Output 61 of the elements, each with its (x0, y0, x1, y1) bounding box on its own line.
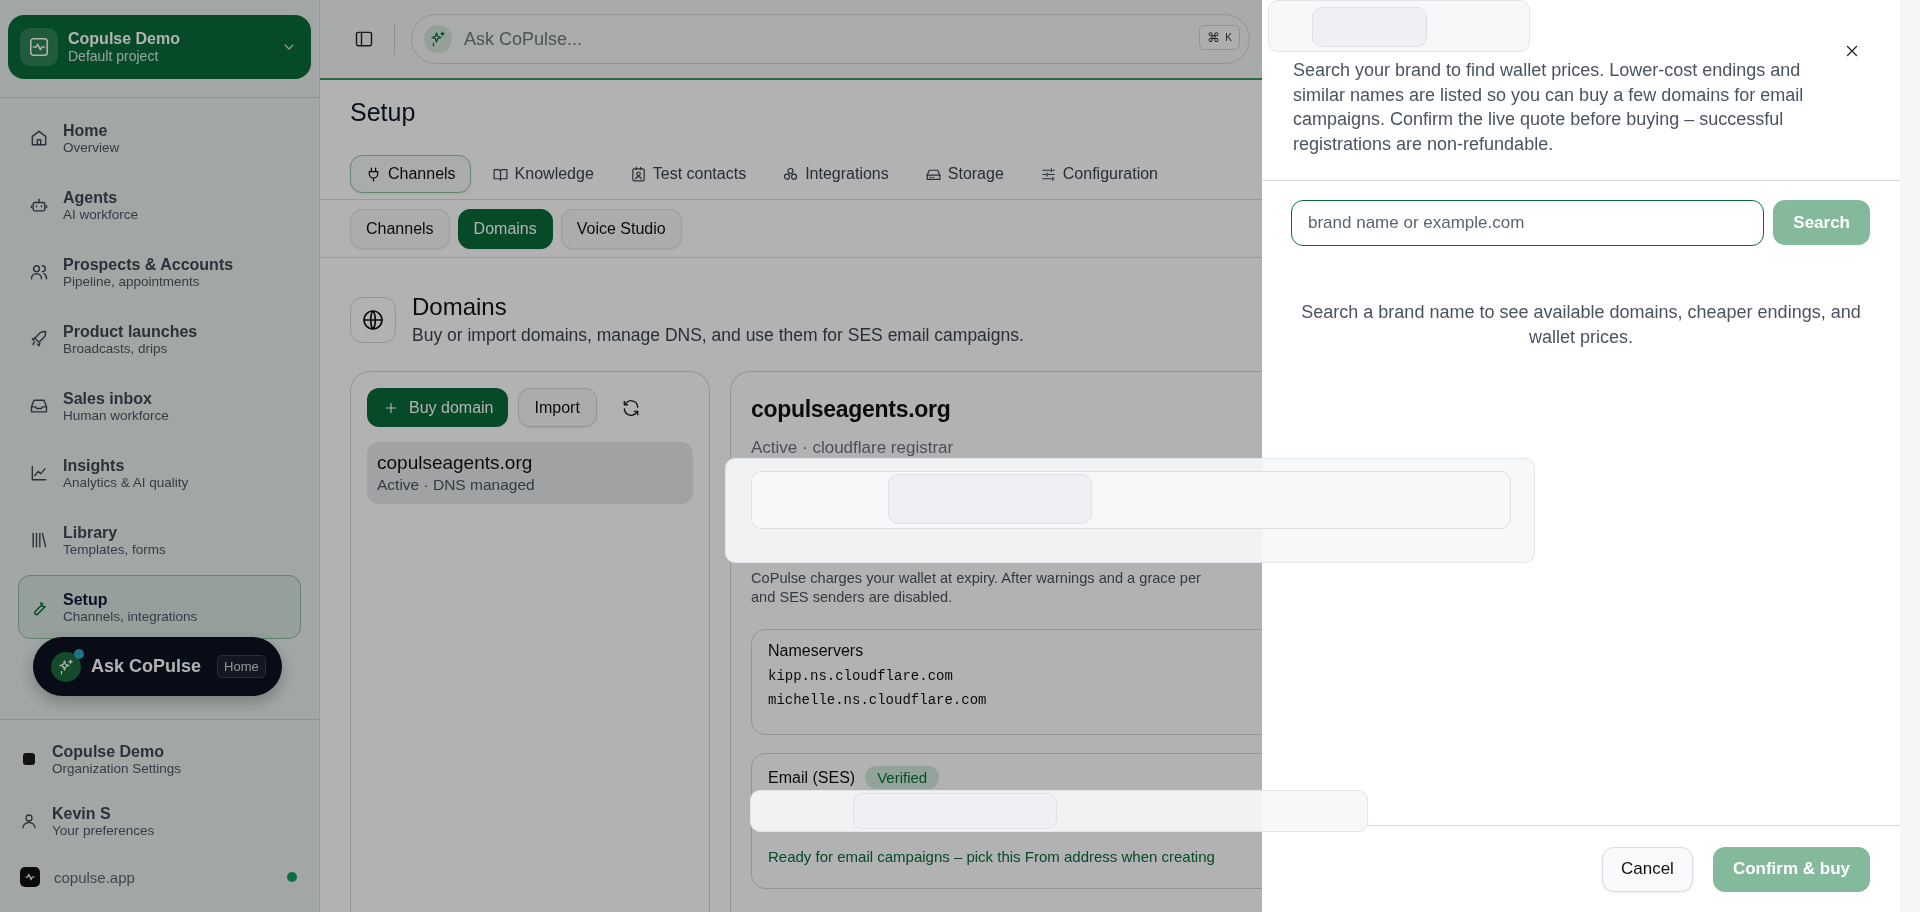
logo-icon (20, 867, 40, 887)
logo-icon (20, 28, 58, 66)
tab[interactable]: Integrations (767, 155, 904, 193)
subtab[interactable]: Domains (457, 209, 553, 249)
empty-state-text: Search a brand name to see available domains, cheaper endings, and wallet prices. (1300, 301, 1862, 349)
tab[interactable]: Channels (350, 155, 471, 193)
shortcut-badge: Home (217, 655, 266, 678)
nameserver-value: kipp.ns.cloudflare.com (768, 668, 954, 684)
site-link[interactable]: copulse.app (54, 868, 273, 886)
project-switcher[interactable]: Copulse Demo Default project (8, 15, 311, 79)
people-icon (29, 262, 49, 282)
user-preferences-link[interactable]: Kevin S Your preferences (0, 790, 319, 852)
section-title: Domains (412, 293, 508, 321)
organization-settings-link[interactable]: Copulse Demo Organization Settings (0, 728, 319, 790)
inbox-icon (29, 396, 49, 416)
sidebar-item[interactable]: Sales inbox Human workforce (18, 374, 301, 438)
ask-copulse-button[interactable]: Ask CoPulse Home (33, 637, 282, 696)
sidebar-item[interactable]: Agents AI workforce (18, 173, 301, 237)
sparkle-avatar-icon (51, 651, 81, 682)
logo-icon (23, 753, 35, 765)
card-title: Nameservers (768, 642, 865, 660)
domain-title: copulseagents.org (751, 396, 952, 423)
billing-note: and SES senders are disabled. (751, 588, 954, 607)
sidebar-item[interactable]: Home Overview (18, 106, 301, 170)
import-button[interactable]: Import (517, 388, 597, 427)
tab[interactable]: Test contacts (614, 155, 762, 193)
keyboard-shortcut: ⌘ K (1199, 25, 1240, 50)
nameserver-value: michelle.ns.cloudflare.com (768, 692, 988, 708)
books-icon (29, 530, 49, 550)
sidebar-item[interactable]: Insights Analytics & AI quality (18, 441, 301, 505)
line-chart-icon (29, 463, 49, 483)
billing-note: CoPulse charges your wallet at expiry. After warnings and a grace per (751, 569, 1202, 588)
house-icon (29, 128, 49, 148)
project-subtitle: Default project (68, 48, 160, 64)
domain-search-field[interactable]: brand name or example.com (1291, 200, 1765, 246)
domain-status: Active · cloudflare registrar (751, 438, 955, 458)
globe-icon (350, 296, 396, 343)
buy-domain-button[interactable]: Buy domain (367, 388, 508, 427)
section-subtitle: Buy or import domains, manage DNS, and use them for SES email campaigns. (412, 325, 1024, 346)
tab[interactable]: Storage (909, 155, 1019, 193)
cancel-button[interactable]: Cancel (1601, 846, 1693, 892)
sidebar-item[interactable]: Product launches Broadcasts, drips (18, 307, 301, 371)
tab[interactable]: Knowledge (476, 155, 609, 193)
card-title: Email (SES) (768, 768, 856, 787)
sidebar-item[interactable]: Setup Channels, integrations (18, 575, 301, 639)
subtab[interactable]: Voice Studio (560, 209, 682, 249)
rocket-icon (29, 329, 49, 349)
sidebar-item[interactable]: Prospects & Accounts Pipeline, appointments (18, 240, 301, 304)
project-name: Copulse Demo (68, 30, 181, 48)
sidebar-item[interactable]: Library Templates, forms (18, 508, 301, 572)
tab[interactable]: Configuration (1024, 155, 1173, 193)
contact-card-icon (629, 165, 647, 183)
ready-note: Ready for email campaigns – pick this From address when creating (768, 848, 1216, 865)
page-title: Setup (349, 97, 417, 128)
drawer-description: Search your brand to find wallet prices. Lower-cost endings and similar names are listed so you can buy a few domains for email campaigns. Confirm the live quote before buying – successful registrations are non-refundable. (1293, 59, 1805, 156)
subtab[interactable]: Channels (350, 209, 450, 249)
verified-badge: Verified (865, 766, 940, 789)
person-icon (20, 812, 38, 830)
domain-list-item[interactable]: copulseagents.org Active · DNS managed (367, 442, 693, 504)
sliders-icon (1039, 165, 1057, 183)
blocks-icon (782, 165, 800, 183)
